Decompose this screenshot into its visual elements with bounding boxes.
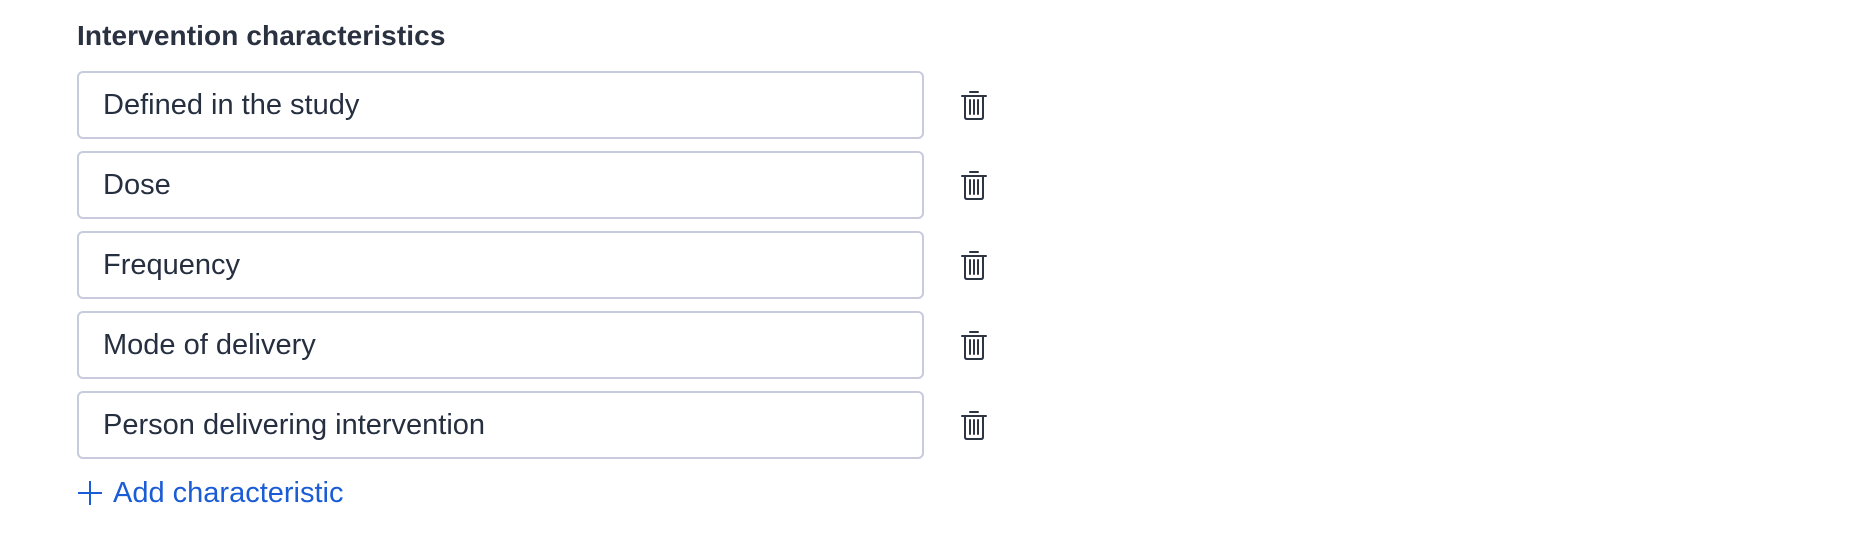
delete-characteristic-button[interactable] (956, 165, 992, 205)
characteristic-input[interactable] (77, 151, 924, 219)
characteristic-row (77, 231, 1007, 299)
trash-icon (960, 409, 988, 441)
trash-icon (960, 169, 988, 201)
section-title: Intervention characteristics (77, 20, 446, 51)
delete-characteristic-button[interactable] (956, 325, 992, 365)
add-characteristic-label: Add characteristic (113, 477, 344, 509)
trash-icon (960, 249, 988, 281)
characteristic-row (77, 71, 1007, 139)
characteristic-input[interactable] (77, 71, 924, 139)
characteristic-input[interactable] (77, 231, 924, 299)
add-characteristic-button[interactable]: Add characteristic (77, 473, 344, 513)
intervention-characteristics-section: Intervention characteristics Defined in … (77, 18, 1007, 513)
characteristic-row (77, 391, 1007, 459)
characteristic-input[interactable] (77, 311, 924, 379)
trash-icon (960, 329, 988, 361)
delete-characteristic-button[interactable] (956, 85, 992, 125)
delete-characteristic-button[interactable] (956, 405, 992, 445)
plus-icon (77, 480, 103, 506)
characteristic-row (77, 151, 1007, 219)
trash-icon (960, 89, 988, 121)
characteristic-input[interactable] (77, 391, 924, 459)
characteristic-row (77, 311, 1007, 379)
delete-characteristic-button[interactable] (956, 245, 992, 285)
characteristics-list (77, 71, 1007, 459)
